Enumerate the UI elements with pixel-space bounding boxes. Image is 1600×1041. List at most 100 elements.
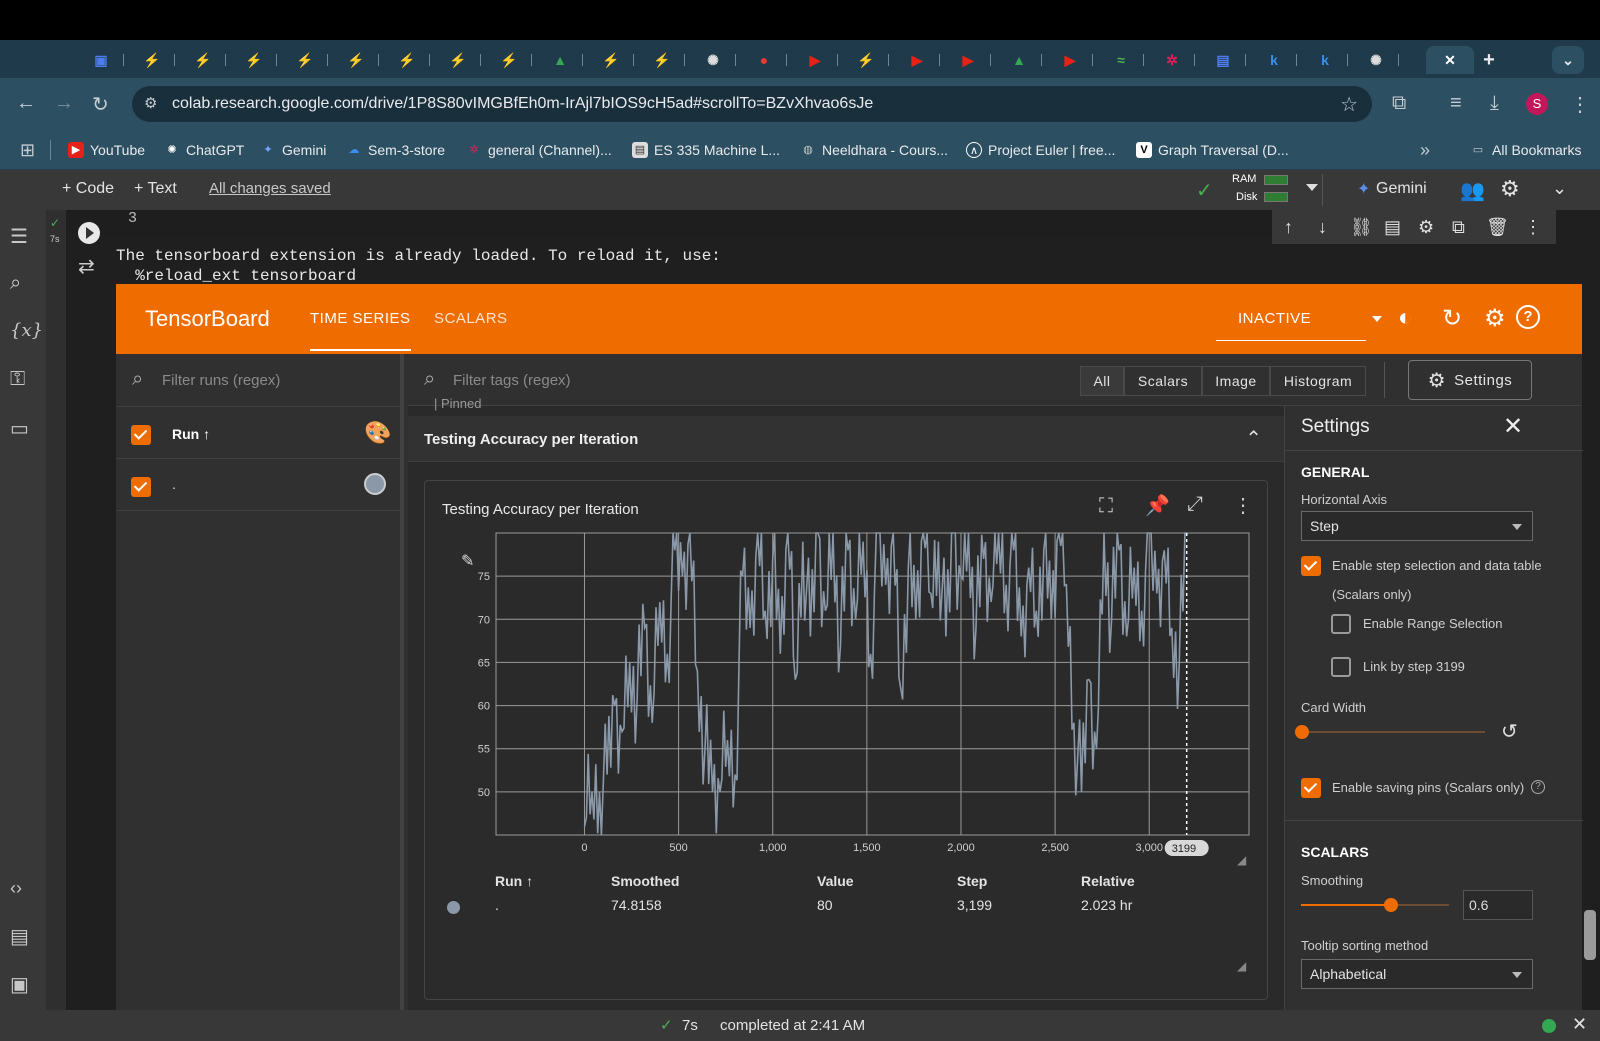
browser-tab[interactable]: ⚡	[229, 46, 279, 74]
status-text[interactable]: completed at 2:41 AM	[720, 1017, 865, 1034]
browser-tab[interactable]: ▲	[535, 46, 585, 74]
card-width-slider-thumb[interactable]	[1295, 725, 1309, 739]
filter-scalars-button[interactable]: Scalars	[1124, 366, 1202, 396]
media-icon[interactable]: ≡	[1450, 92, 1462, 115]
pin-icon[interactable]: 📌	[1145, 493, 1170, 518]
enable-saving-pins-checkbox[interactable]	[1301, 778, 1321, 798]
tab-time-series[interactable]: TIME SERIES	[310, 310, 411, 351]
bookmarks-overflow-icon[interactable]: »	[1420, 140, 1430, 161]
ram-meter[interactable]	[1264, 175, 1288, 185]
comment-icon[interactable]: ▤	[1384, 217, 1401, 238]
mirror-cell-icon[interactable]: ⧉	[1452, 217, 1465, 238]
disk-meter[interactable]	[1264, 192, 1288, 202]
close-status-icon[interactable]: ✕	[1572, 1014, 1587, 1035]
add-code-button[interactable]: + Code	[62, 180, 114, 198]
table-header-relative[interactable]: Relative	[1081, 873, 1135, 889]
gemini-button[interactable]: Gemini	[1376, 180, 1427, 198]
browser-tab[interactable]: ▣	[76, 46, 126, 74]
move-up-icon[interactable]: ↑	[1284, 217, 1293, 238]
link-icon[interactable]: ⛓	[1350, 217, 1373, 238]
browser-tab[interactable]: ⚡	[433, 46, 483, 74]
select-all-runs-checkbox[interactable]	[131, 425, 151, 445]
back-icon[interactable]: ←	[16, 92, 36, 115]
browser-tab[interactable]: ▶	[790, 46, 840, 74]
run-column-header[interactable]: Run ↑	[172, 426, 210, 442]
table-header-value[interactable]: Value	[817, 873, 854, 889]
omnibox[interactable]: ⚙ colab.research.google.com/drive/1P8S80…	[132, 86, 1372, 122]
bookmark-project-euler[interactable]: ∧ Project Euler | free...	[966, 142, 1115, 158]
table-resize-handle-icon[interactable]: ◢	[1237, 959, 1246, 973]
browser-tab[interactable]: ⚡	[280, 46, 330, 74]
filter-histogram-button[interactable]: Histogram	[1270, 366, 1366, 396]
group-header[interactable]: Testing Accuracy per Iteration ⌃	[408, 416, 1284, 462]
variables-icon[interactable]: {x}	[10, 320, 43, 341]
code-snippets-icon[interactable]: ‹›	[10, 878, 22, 899]
save-status[interactable]: All changes saved	[209, 180, 331, 197]
all-bookmarks-button[interactable]: ▭ All Bookmarks	[1470, 142, 1582, 158]
filter-all-button[interactable]: All	[1080, 366, 1124, 396]
search-icon[interactable]: ⌕	[10, 272, 21, 295]
collapse-chevron-icon[interactable]: ⌄	[1552, 178, 1567, 199]
run-cell-button[interactable]	[78, 222, 100, 244]
close-settings-icon[interactable]: ✕	[1503, 412, 1523, 441]
table-header-step[interactable]: Step	[957, 873, 987, 889]
browser-tab[interactable]: ✺	[1351, 46, 1401, 74]
cell-settings-icon[interactable]: ⚙	[1418, 217, 1434, 238]
forward-icon[interactable]: →	[54, 92, 74, 115]
browser-tab[interactable]: ⚡	[484, 46, 534, 74]
browser-tab[interactable]: ⚡	[841, 46, 891, 74]
dark-mode-icon[interactable]: ◐	[1398, 304, 1413, 332]
more-vert-icon[interactable]: ⋮	[1524, 217, 1542, 238]
browser-tab[interactable]: ▶	[943, 46, 993, 74]
filter-runs-input[interactable]: Filter runs (regex)	[162, 372, 280, 389]
move-down-icon[interactable]: ↓	[1318, 217, 1327, 238]
collapse-group-icon[interactable]: ⌃	[1245, 426, 1262, 451]
runtime-dropdown-icon[interactable]	[1306, 184, 1318, 191]
browser-tab[interactable]: ⚡	[178, 46, 228, 74]
link-by-step-checkbox[interactable]	[1331, 657, 1351, 677]
help-icon[interactable]: ?	[1516, 305, 1540, 329]
bookmark-youtube[interactable]: ▶ YouTube	[68, 142, 145, 158]
browser-tab[interactable]: ✲	[1147, 46, 1197, 74]
browser-tab[interactable]: ▤	[1198, 46, 1248, 74]
plot-area[interactable]	[495, 532, 1250, 836]
browser-tab[interactable]: k	[1300, 46, 1350, 74]
smoothing-input[interactable]: 0.6	[1463, 890, 1533, 920]
output-scrollbar-thumb[interactable]	[1584, 910, 1596, 960]
filter-tags-input[interactable]: Filter tags (regex)	[453, 372, 571, 389]
bookmark-es335[interactable]: ▤ ES 335 Machine L...	[632, 142, 780, 158]
bookmark-sem3[interactable]: ☁ Sem-3-store	[346, 142, 446, 158]
output-actions-icon[interactable]: ⇄	[78, 254, 95, 279]
new-tab-button[interactable]: +	[1464, 46, 1514, 74]
browser-tab[interactable]: ⚡	[382, 46, 432, 74]
add-text-button[interactable]: + Text	[134, 180, 177, 198]
reset-card-width-icon[interactable]: ↺	[1501, 719, 1518, 744]
terminal-icon[interactable]: ▣	[10, 972, 29, 997]
settings-toggle-button[interactable]: ⚙ Settings	[1408, 360, 1532, 400]
bookmark-gemini[interactable]: ✦ Gemini	[260, 142, 326, 158]
bookmark-graph-traversal[interactable]: V Graph Traversal (D...	[1136, 142, 1289, 158]
browser-tab[interactable]: ⚡	[127, 46, 177, 74]
files-folder-icon[interactable]: ▭	[10, 416, 29, 441]
browser-tab[interactable]: ⚡	[637, 46, 687, 74]
line-chart[interactable]: 50 55 60 65 70 75 0 500 1,000 1,500 2,000 2,500 3,0…	[425, 525, 1269, 861]
code-cell-editor[interactable]: 3	[66, 210, 1272, 236]
enable-range-selection-checkbox[interactable]	[1331, 614, 1351, 634]
horizontal-axis-select[interactable]: Step	[1301, 511, 1533, 541]
tooltip-sorting-select[interactable]: Alphabetical	[1301, 959, 1533, 989]
browser-menu-icon[interactable]: ⋮	[1570, 92, 1590, 117]
tab-scalars[interactable]: SCALARS	[434, 310, 508, 327]
delete-icon[interactable]: 🗑	[1486, 217, 1509, 238]
browser-tab[interactable]: k	[1249, 46, 1299, 74]
table-header-smoothed[interactable]: Smoothed	[611, 873, 679, 889]
bookmark-neeldhara[interactable]: ◍ Neeldhara - Cours...	[800, 142, 948, 158]
apps-grid-icon[interactable]: ⊞	[20, 140, 35, 161]
selected-step-chip[interactable]: 3199	[1164, 840, 1209, 856]
pinned-group-label[interactable]: | Pinned	[434, 396, 481, 412]
url-text[interactable]: colab.research.google.com/drive/1P8S80vI…	[172, 95, 873, 113]
inactive-dropdown[interactable]: INACTIVE	[1238, 310, 1311, 327]
enable-step-selection-checkbox[interactable]	[1301, 556, 1321, 576]
card-more-icon[interactable]: ⋮	[1233, 493, 1253, 518]
browser-tab[interactable]: ⚡	[331, 46, 381, 74]
refresh-icon[interactable]: ↻	[1442, 304, 1462, 333]
